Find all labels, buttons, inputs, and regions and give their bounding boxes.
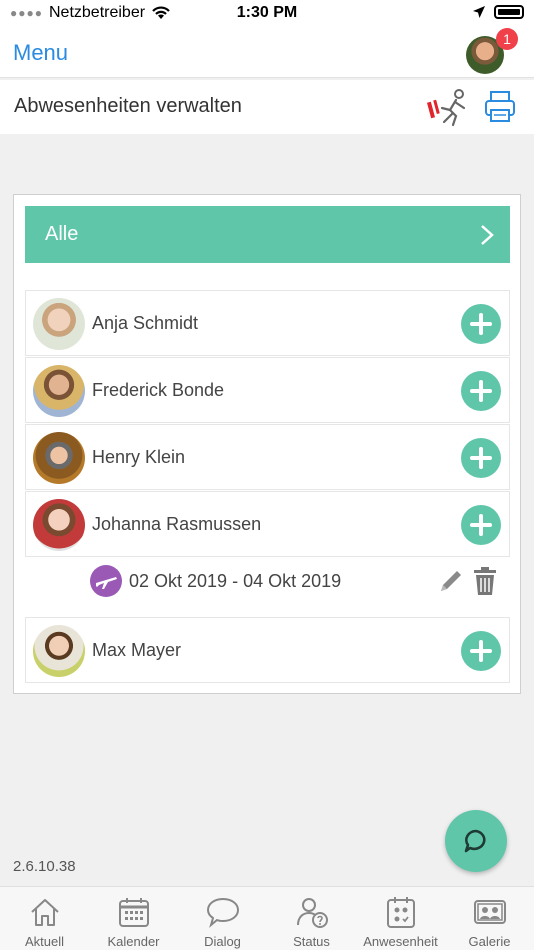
printer-icon[interactable] <box>484 90 516 124</box>
notification-badge: 1 <box>496 28 518 50</box>
child-photo <box>33 365 85 417</box>
gallery-icon <box>473 900 506 924</box>
chat-bubble-icon <box>464 829 486 853</box>
tab-aktuell[interactable]: Aktuell <box>0 887 89 950</box>
trash-icon[interactable] <box>472 565 498 597</box>
tab-bar: Aktuell Kalender Dialog Status Anwesenhe… <box>0 886 534 950</box>
child-name: Max Mayer <box>92 640 182 660</box>
tab-label: Aktuell <box>24 934 65 949</box>
speech-bubble-icon <box>206 897 239 928</box>
tab-label: Galerie <box>468 934 511 949</box>
status-bar: ●●●● Netzbetreiber 1:30 PM <box>0 0 534 28</box>
home-icon <box>30 899 59 926</box>
add-absence-button[interactable] <box>461 438 501 478</box>
tab-galerie[interactable]: Galerie <box>445 887 534 950</box>
tab-status[interactable]: Status <box>267 887 356 950</box>
user-question-icon <box>296 898 328 928</box>
child-photo <box>33 625 85 677</box>
filter-all-button[interactable]: Alle <box>25 206 510 263</box>
absence-badge <box>90 565 122 597</box>
tab-dialog[interactable]: Dialog <box>178 887 267 950</box>
child-name: Johanna Rasmussen <box>92 514 262 534</box>
child-row: Max Mayer <box>25 617 510 683</box>
airplane-icon <box>96 577 117 589</box>
tab-label: Dialog <box>204 934 241 949</box>
page-header: Abwesenheiten verwalten <box>0 80 534 134</box>
child-name: Henry Klein <box>92 447 186 467</box>
page-title: Abwesenheiten verwalten <box>14 95 242 117</box>
attendance-icon <box>386 897 415 928</box>
child-name: Frederick Bonde <box>92 380 225 400</box>
pencil-icon[interactable] <box>435 565 467 597</box>
add-absence-button[interactable] <box>461 371 501 411</box>
calendar-icon <box>118 898 149 927</box>
chevron-right-icon <box>481 225 494 245</box>
battery-icon <box>494 5 524 19</box>
absence-panel: Alle Anja Schmidt Frederick Bonde Henry … <box>13 194 521 694</box>
tab-kalender[interactable]: Kalender <box>89 887 178 950</box>
child-photo <box>33 499 85 551</box>
absence-dates: 02 Okt 2019 - 04 Okt 2019 <box>129 571 342 591</box>
tab-label: Status <box>293 934 330 949</box>
filter-label: Alle <box>45 223 79 245</box>
add-absence-button[interactable] <box>461 304 501 344</box>
tab-label: Anwesenheit <box>363 934 438 949</box>
menu-button[interactable]: Menu <box>13 40 68 66</box>
child-row: Henry Klein <box>25 424 510 490</box>
child-name: Anja Schmidt <box>92 313 199 333</box>
chat-button[interactable] <box>445 810 507 872</box>
child-row: Johanna Rasmussen <box>25 491 510 557</box>
location-arrow-icon <box>473 6 485 18</box>
child-photo <box>33 432 85 484</box>
nav-bar: Menu 1 <box>0 28 534 78</box>
tab-label: Kalender <box>107 934 160 949</box>
clock: 1:30 PM <box>236 4 298 21</box>
app-version: 2.6.10.38 <box>13 858 76 875</box>
add-absence-button[interactable] <box>461 631 501 671</box>
emergency-exit-icon[interactable] <box>426 88 472 128</box>
absence-entry: 02 Okt 2019 - 04 Okt 2019 <box>25 557 510 613</box>
tab-anwesenheit[interactable]: Anwesenheit <box>356 887 445 950</box>
child-row: Frederick Bonde <box>25 357 510 423</box>
add-absence-button[interactable] <box>461 505 501 545</box>
child-photo <box>33 298 85 350</box>
child-row: Anja Schmidt <box>25 290 510 356</box>
